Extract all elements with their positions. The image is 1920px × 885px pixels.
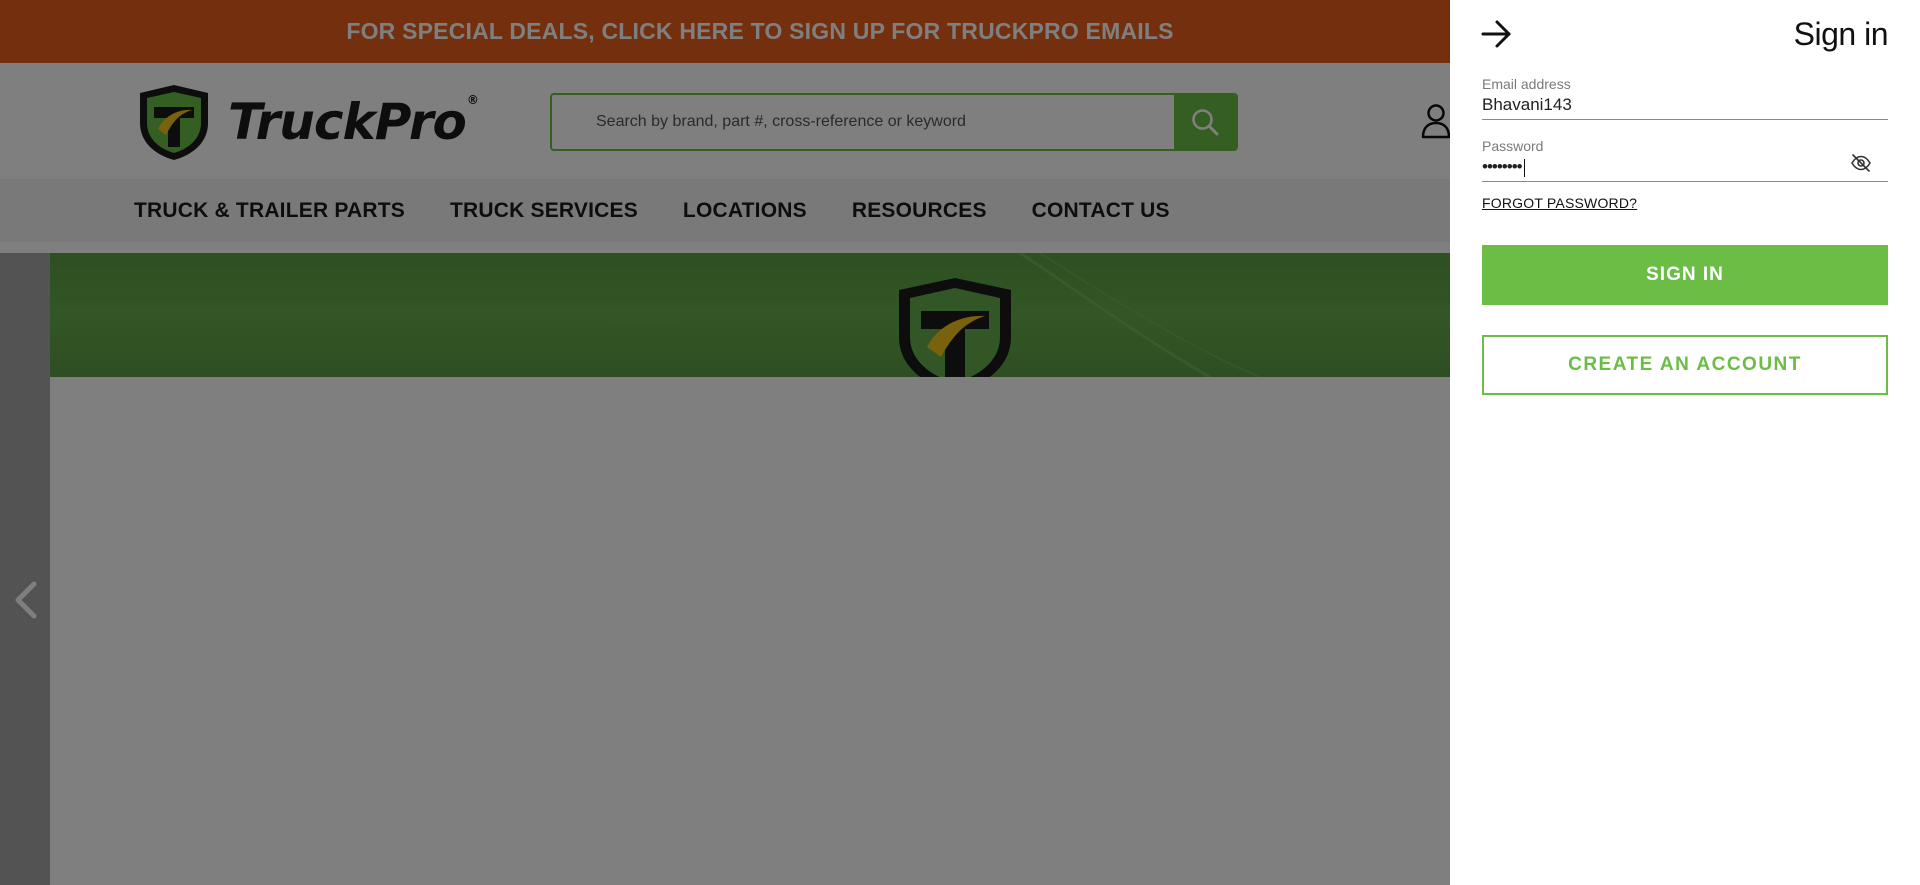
- password-label: Password: [1482, 138, 1544, 154]
- email-input[interactable]: Bhavani143: [1482, 94, 1888, 116]
- sign-in-button[interactable]: SIGN IN: [1482, 245, 1888, 305]
- close-drawer-button[interactable]: [1480, 18, 1512, 50]
- password-field[interactable]: Password ••••••••: [1482, 138, 1888, 182]
- password-input[interactable]: ••••••••: [1482, 156, 1888, 178]
- sign-in-title: Sign in: [1793, 16, 1889, 52]
- password-value: ••••••••: [1482, 157, 1523, 176]
- create-account-button[interactable]: CREATE AN ACCOUNT: [1482, 335, 1888, 395]
- sign-in-drawer: Sign in Email address Bhavani143 Passwor…: [1450, 0, 1920, 885]
- forgot-password-link[interactable]: FORGOT PASSWORD?: [1482, 195, 1637, 211]
- page: FOR SPECIAL DEALS, CLICK HERE TO SIGN UP…: [0, 0, 1920, 885]
- arrow-right-icon: [1481, 20, 1511, 48]
- text-caret: [1523, 158, 1525, 177]
- eye-slash-icon[interactable]: [1850, 154, 1872, 172]
- email-field[interactable]: Email address Bhavani143: [1482, 76, 1888, 120]
- email-label: Email address: [1482, 76, 1571, 92]
